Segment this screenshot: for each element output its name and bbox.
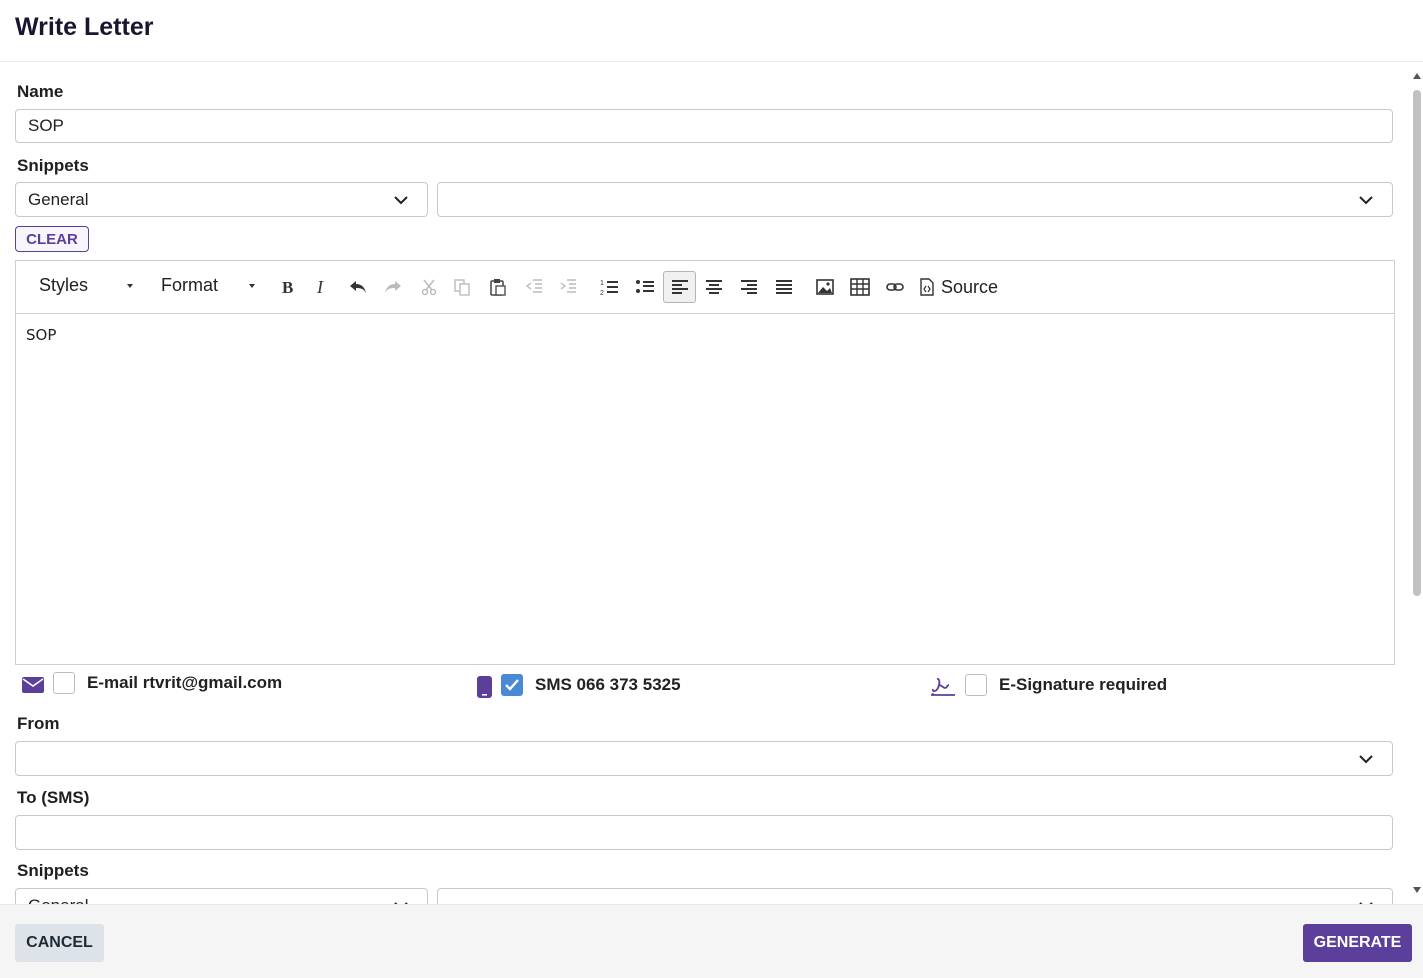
to-sms-label: To (SMS) bbox=[17, 788, 90, 807]
table-icon bbox=[850, 278, 870, 296]
paste-button[interactable] bbox=[483, 271, 513, 303]
align-right-button[interactable] bbox=[734, 271, 764, 303]
email-checkbox[interactable] bbox=[53, 672, 75, 694]
rich-text-editor: Styles Format B I 1 2 Source SOP bbox=[15, 260, 1395, 665]
esignature-checkbox[interactable] bbox=[965, 674, 987, 696]
table-button[interactable] bbox=[845, 271, 875, 303]
mobile-phone-icon bbox=[477, 676, 492, 698]
redo-icon bbox=[385, 281, 401, 293]
chevron-down-icon bbox=[1359, 754, 1373, 763]
esignature-option: E-Signature required bbox=[929, 672, 1167, 698]
align-left-button[interactable] bbox=[663, 271, 696, 303]
paste-icon bbox=[490, 279, 506, 296]
email-option-label: E-mail rtvrit@gmail.com bbox=[87, 673, 283, 692]
numbered-list-icon: 12 bbox=[600, 280, 618, 297]
sms-option: SMS 066 373 5325 bbox=[477, 672, 681, 698]
sms-checkbox[interactable] bbox=[501, 674, 523, 696]
dropdown-arrow-icon bbox=[127, 284, 133, 288]
svg-text:I: I bbox=[316, 277, 324, 297]
dialog-footer: CANCEL GENERATE bbox=[0, 904, 1423, 978]
cut-button[interactable] bbox=[414, 271, 444, 303]
outdent-icon bbox=[525, 279, 542, 293]
svg-text:2: 2 bbox=[600, 290, 604, 297]
scroll-down-arrow-icon[interactable] bbox=[1412, 886, 1422, 894]
snippet-category-select[interactable]: General bbox=[15, 182, 428, 217]
clear-button[interactable]: CLEAR bbox=[15, 226, 89, 252]
indent-icon bbox=[560, 279, 576, 293]
numbered-list-button[interactable]: 12 bbox=[594, 271, 624, 303]
link-icon bbox=[886, 283, 904, 291]
name-input[interactable]: SOP bbox=[15, 109, 1393, 143]
dialog-title: Write Letter bbox=[15, 13, 154, 41]
source-label: Source bbox=[941, 276, 999, 297]
align-center-icon bbox=[706, 280, 722, 294]
undo-icon bbox=[350, 281, 366, 293]
generate-button[interactable]: GENERATE bbox=[1303, 924, 1412, 962]
source-icon bbox=[920, 278, 934, 296]
format-dropdown[interactable]: Format bbox=[161, 275, 261, 296]
scrollbar-thumb[interactable] bbox=[1413, 90, 1421, 596]
to-sms-input[interactable] bbox=[15, 815, 1393, 850]
sms-snippet-category-select[interactable]: General bbox=[15, 888, 428, 904]
bulleted-list-icon bbox=[636, 280, 654, 293]
copy-icon bbox=[454, 279, 470, 296]
checkmark-icon bbox=[505, 679, 519, 691]
bold-icon: B bbox=[282, 278, 293, 297]
cut-icon bbox=[421, 279, 437, 296]
indent-button[interactable] bbox=[553, 271, 583, 303]
envelope-icon bbox=[22, 677, 44, 693]
dialog-header: Write Letter bbox=[0, 0, 1423, 62]
styles-label: Styles bbox=[39, 275, 89, 295]
cancel-button[interactable]: CANCEL bbox=[15, 924, 104, 962]
editor-content-text: SOP bbox=[26, 326, 57, 344]
format-label: Format bbox=[161, 275, 219, 295]
styles-dropdown[interactable]: Styles bbox=[39, 275, 139, 296]
italic-icon: I bbox=[316, 277, 324, 297]
svg-text:B: B bbox=[282, 278, 293, 297]
justify-button[interactable] bbox=[769, 271, 799, 303]
editor-content-area[interactable]: SOP bbox=[16, 314, 1394, 664]
undo-button[interactable] bbox=[343, 271, 373, 303]
sms-snippet-category-value: General bbox=[28, 896, 88, 905]
outdent-button[interactable] bbox=[519, 271, 549, 303]
bulleted-list-button[interactable] bbox=[630, 271, 660, 303]
redo-button[interactable] bbox=[378, 271, 408, 303]
source-button[interactable]: Source bbox=[919, 271, 998, 303]
signature-icon bbox=[931, 678, 955, 696]
esignature-option-label: E-Signature required bbox=[999, 675, 1168, 694]
image-icon bbox=[816, 279, 834, 295]
name-input-value: SOP bbox=[28, 116, 64, 135]
chevron-down-icon bbox=[1359, 195, 1373, 204]
snippets-label: Snippets bbox=[17, 156, 89, 175]
sms-snippet-item-select[interactable] bbox=[437, 888, 1393, 904]
align-right-icon bbox=[741, 280, 757, 294]
bold-button[interactable]: B bbox=[273, 271, 303, 303]
from-label: From bbox=[17, 714, 60, 733]
email-option: E-mail rtvrit@gmail.com bbox=[22, 672, 282, 694]
scroll-up-arrow-icon[interactable] bbox=[1412, 72, 1422, 80]
chevron-down-icon bbox=[394, 195, 408, 204]
align-center-button[interactable] bbox=[699, 271, 729, 303]
image-button[interactable] bbox=[810, 271, 840, 303]
snippet-category-value: General bbox=[28, 189, 89, 209]
sms-snippets-label: Snippets bbox=[17, 861, 89, 880]
copy-button[interactable] bbox=[447, 271, 477, 303]
dialog-body: Name SOP Snippets General CLEAR Styles F… bbox=[0, 62, 1423, 904]
vertical-scrollbar[interactable] bbox=[1411, 62, 1423, 904]
editor-toolbar: Styles Format B I 1 2 Source bbox=[16, 261, 1394, 314]
from-select[interactable] bbox=[15, 741, 1393, 776]
link-button[interactable] bbox=[880, 271, 910, 303]
italic-button[interactable]: I bbox=[307, 271, 337, 303]
dropdown-arrow-icon bbox=[249, 284, 255, 288]
delivery-options: E-mail rtvrit@gmail.com SMS 066 373 5325… bbox=[0, 672, 1400, 698]
name-label: Name bbox=[17, 82, 64, 101]
sms-option-label: SMS 066 373 5325 bbox=[535, 675, 681, 694]
justify-icon bbox=[776, 280, 792, 294]
snippet-item-select[interactable] bbox=[437, 182, 1393, 217]
align-left-icon bbox=[671, 280, 688, 294]
svg-text:1: 1 bbox=[600, 280, 604, 287]
